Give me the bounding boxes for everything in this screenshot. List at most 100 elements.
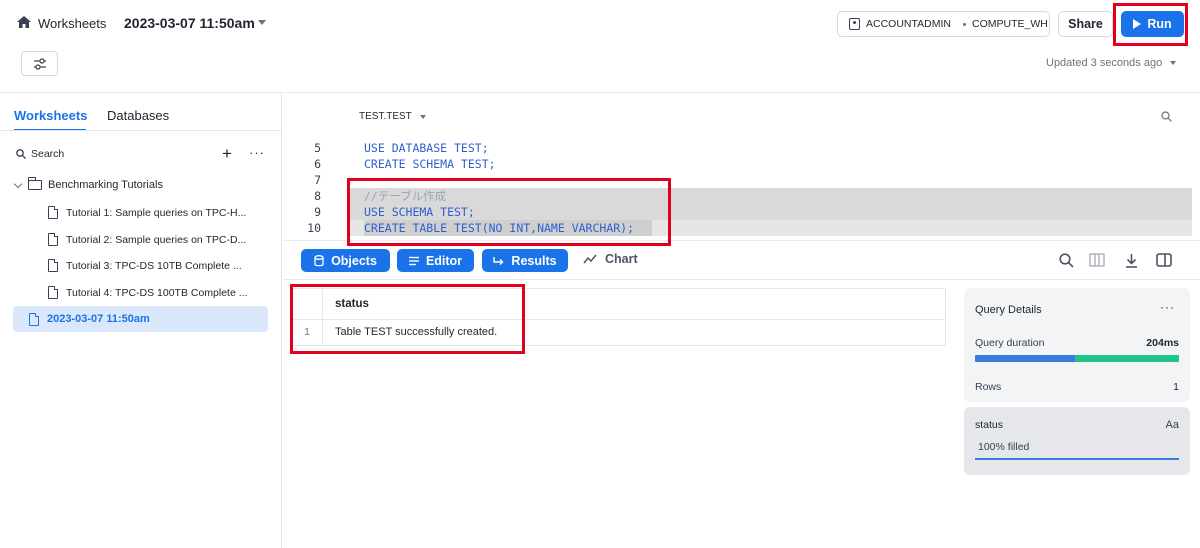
line-number: 5 [314,141,321,155]
chevron-down-icon[interactable] [420,115,426,119]
table-row[interactable]: 1 Table TEST successfully created. [292,320,945,345]
tab-worksheets[interactable]: Worksheets [14,108,87,123]
worksheet-item[interactable]: Tutorial 2: Sample queries on TPC-D... [48,233,246,246]
document-icon [48,206,58,219]
duration-bar-segment-execution [1075,355,1179,362]
folder-icon [28,177,42,190]
worksheet-item-label: Tutorial 4: TPC-DS 100TB Complete ... [66,286,248,299]
download-icon[interactable] [1122,251,1140,269]
index-header [292,289,323,319]
header: Worksheets 2023-03-07 11:50am ACCOUNTADM… [0,0,1200,92]
results-button[interactable]: Results [482,249,568,272]
search-icon[interactable] [16,149,26,159]
cell-value[interactable]: Table TEST successfully created. [323,320,497,345]
worksheet-item[interactable]: Tutorial 3: TPC-DS 10TB Complete ... [48,259,242,272]
chevron-down-icon[interactable] [258,20,266,25]
lines-icon [408,256,419,265]
columns-icon-glyph [1089,253,1105,267]
document-icon [48,233,58,246]
worksheets-link[interactable]: Worksheets [38,16,106,31]
more-icon[interactable]: ··· [249,145,265,160]
objects-label: Objects [331,253,377,268]
duration-bar [975,355,1179,362]
role-icon [849,18,860,30]
sliders-icon [33,57,46,70]
split-panel-icon[interactable] [1155,251,1173,269]
share-button[interactable]: Share [1058,11,1113,37]
code-line: 5 USE DATABASE TEST; [283,140,1200,156]
search-icon-glyph [1058,252,1074,268]
line-number: 10 [307,221,321,235]
sql-editor[interactable]: TEST.TEST 5 USE DATABASE TEST; 6 CREATE … [283,92,1200,240]
column-stats-panel[interactable]: status Aa 100% filled [964,407,1190,475]
search-input[interactable]: Search [31,148,64,160]
line-number: 6 [314,157,321,171]
code-line: 9 USE SCHEMA TEST; [283,204,1200,220]
editor-label: Editor [425,253,463,268]
line-chart-icon [583,254,597,264]
worksheet-item[interactable]: Tutorial 1: Sample queries on TPC-H... [48,206,246,219]
split-panel-icon-glyph [1156,253,1172,267]
document-icon [29,312,39,326]
run-label: Run [1147,17,1172,31]
code-text: USE SCHEMA TEST; [364,205,475,219]
query-details-panel: Query Details ··· Query duration 204ms R… [964,288,1190,402]
home-icon[interactable] [17,16,31,28]
line-number: 8 [314,189,321,203]
duration-value: 204ms [1146,337,1179,349]
folder-label: Benchmarking Tutorials [48,179,163,191]
editor-button[interactable]: Editor [397,249,474,272]
code-comment: //テーブル作成 [364,189,447,203]
code-text: CREATE SCHEMA TEST; [364,157,496,171]
query-details-title: Query Details [975,304,1042,316]
results-toolbar: Objects Editor Results Chart [283,240,1200,280]
chevron-down-icon[interactable] [13,179,23,188]
worksheet-item-label: 2023-03-07 11:50am [47,313,150,325]
search-icon[interactable] [1057,251,1075,269]
rows-label: Rows [975,381,1002,393]
database-icon [314,254,324,266]
columns-icon[interactable] [1088,251,1106,269]
more-icon[interactable]: ··· [1160,300,1175,314]
role-warehouse-selector[interactable]: ACCOUNTADMIN COMPUTE_WH [837,11,1050,37]
code-line: 6 CREATE SCHEMA TEST; [283,156,1200,172]
code-line: 7 [283,172,1200,188]
worksheet-item-label: Tutorial 1: Sample queries on TPC-H... [66,206,247,219]
worksheet-item[interactable]: Tutorial 4: TPC-DS 100TB Complete ... [48,286,247,299]
column-header[interactable]: status [323,289,369,319]
fill-rate: 100% filled [978,441,1030,453]
row-index: 1 [292,320,323,345]
duration-label: Query duration [975,337,1045,349]
tab-databases[interactable]: Databases [107,108,169,123]
snowflake-worksheet: Worksheets 2023-03-07 11:50am ACCOUNTADM… [0,0,1200,548]
code-line: 8 //テーブル作成 [283,188,1200,204]
code-text: CREATE TABLE TEST(NO INT,NAME VARCHAR); [364,221,635,235]
search-icon[interactable] [1161,111,1172,122]
worksheet-item-active[interactable]: 2023-03-07 11:50am [13,306,268,332]
run-button[interactable]: Run [1121,11,1184,37]
filter-button[interactable] [21,51,58,76]
objects-button[interactable]: Objects [301,249,390,272]
code-text: USE DATABASE TEST; [364,141,489,155]
fill-bar [975,458,1179,460]
download-icon-glyph [1125,253,1137,268]
line-number: 9 [314,205,321,219]
return-arrow-icon [493,256,504,265]
plus-icon[interactable]: + [222,145,232,162]
separator-dot [962,22,966,26]
worksheet-title[interactable]: 2023-03-07 11:50am [124,15,255,31]
folder-benchmarking[interactable]: Benchmarking Tutorials [13,177,163,191]
column-name: status [975,419,1004,431]
updated-status[interactable]: Updated 3 seconds ago [1046,57,1162,69]
divider [0,130,281,131]
results-table[interactable]: status 1 Table TEST successfully created… [291,288,946,346]
database-schema-selector[interactable]: TEST.TEST [359,111,412,122]
rows-value: 1 [1173,381,1179,393]
document-icon [48,259,58,272]
play-icon [1133,19,1142,29]
duration-bar-segment-compile [975,355,1075,362]
role-label: ACCOUNTADMIN [866,18,951,30]
chevron-down-icon[interactable] [1170,61,1176,65]
sidebar: Worksheets Databases Search + ··· Benchm… [0,92,282,548]
chart-button[interactable]: Chart [583,252,638,266]
